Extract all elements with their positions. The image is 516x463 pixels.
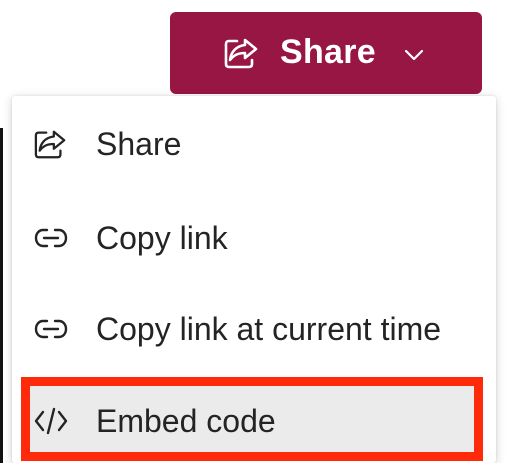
share-icon [224,37,260,69]
menu-item-label: Share [96,126,182,162]
share-button[interactable]: Share [170,12,482,94]
menu-item-copy-link-at-current-time[interactable]: Copy link at current time [12,286,496,370]
menu-item-embed-code[interactable]: Embed code [12,377,496,461]
menu-item-share[interactable]: Share [12,101,496,185]
share-icon [34,127,68,161]
left-edge-divider [0,128,3,463]
menu-item-label: Copy link at current time [96,311,442,347]
code-icon [34,404,68,438]
chevron-down-icon [403,48,425,62]
link-icon [34,312,68,346]
menu-item-label: Embed code [96,403,276,439]
link-icon [34,221,68,255]
share-dropdown-menu: Share Copy link Copy link at current tim… [12,96,496,463]
share-button-label: Share [280,33,376,71]
page: Share Share Copy link Copy link at curre… [0,0,516,463]
menu-item-label: Copy link [96,220,228,256]
menu-item-copy-link[interactable]: Copy link [12,195,496,279]
